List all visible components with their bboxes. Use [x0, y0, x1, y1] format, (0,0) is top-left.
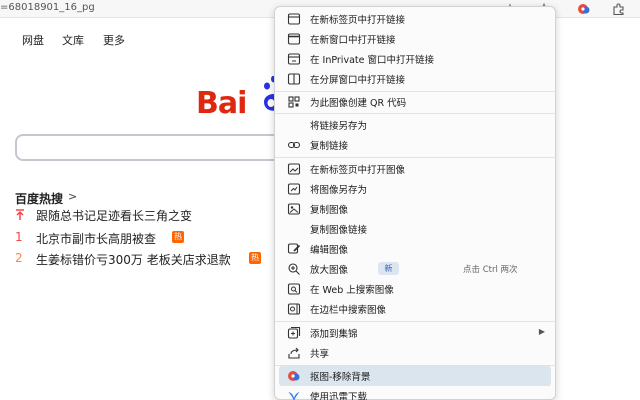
nav-item-wenku[interactable]: 文库 — [62, 32, 84, 48]
menu-item-label: 添加到集锦 — [310, 329, 358, 340]
menu-item-edit-image[interactable]: 编辑图像 — [279, 239, 551, 259]
menu-item-save-link-as[interactable]: 将链接另存为 — [279, 115, 551, 135]
menu-item-label: 复制图像 — [310, 205, 349, 216]
new-tab-icon — [286, 11, 302, 27]
menu-item-search-image-sidebar[interactable]: 在边栏中搜索图像 — [279, 299, 551, 319]
menu-separator — [275, 157, 557, 158]
split-screen-icon — [286, 71, 302, 87]
menu-item-add-to-collections[interactable]: 添加到集锦 ▶ — [279, 323, 551, 343]
open-image-icon — [286, 161, 302, 177]
inprivate-icon — [286, 51, 302, 67]
menu-item-label: 复制图像链接 — [310, 225, 368, 236]
copy-image-icon — [286, 201, 302, 217]
menu-item-create-qr-code[interactable]: 为此图像创建 QR 代码 — [279, 92, 551, 112]
menu-item-cutout-remove-background[interactable]: 抠图-移除背景 — [279, 366, 551, 386]
menu-item-zoom-image[interactable]: 放大图像 新 点击 Ctrl 两次 — [279, 259, 551, 279]
hot-item-index: 1 — [15, 230, 23, 244]
menu-item-search-image-web[interactable]: 在 Web 上搜索图像 — [279, 279, 551, 299]
menu-item-thunder-download[interactable]: 使用迅雷下载 — [279, 386, 551, 400]
hot-item-text[interactable]: 北京市副市长高朋被查 — [36, 230, 156, 247]
chevron-right-icon[interactable]: > — [68, 190, 77, 203]
context-menu: 在新标签页中打开链接 在新窗口中打开链接 在 InPrivate 窗口中打开链接… — [274, 6, 557, 400]
hot-top-icon — [15, 207, 27, 221]
menu-separator — [275, 321, 557, 322]
menu-item-open-link-new-window[interactable]: 在新窗口中打开链接 — [279, 29, 551, 49]
extension-cutout-icon[interactable] — [576, 1, 592, 17]
hot-item-text[interactable]: 跟随总书记足迹看长三角之变 — [36, 207, 192, 224]
menu-item-label: 将链接另存为 — [310, 121, 368, 132]
menu-item-label: 在 Web 上搜索图像 — [310, 285, 394, 296]
thunder-icon — [286, 388, 302, 400]
nav-item-more[interactable]: 更多 — [103, 32, 125, 48]
cutout-icon — [286, 368, 302, 384]
nav-item-netdisk[interactable]: 网盘 — [22, 32, 44, 48]
baidu-search-input[interactable] — [15, 134, 285, 161]
menu-item-copy-image[interactable]: 复制图像 — [279, 199, 551, 219]
menu-item-label: 在分屏窗口中打开链接 — [310, 75, 406, 86]
menu-item-label: 共享 — [310, 349, 330, 360]
zoom-shortcut: 点击 Ctrl 两次 — [463, 265, 518, 275]
menu-item-label: 在新标签页中打开链接 — [310, 15, 406, 26]
edit-image-icon — [286, 241, 302, 257]
chevron-right-icon: ▶ — [538, 327, 545, 336]
menu-item-copy-link[interactable]: 复制链接 — [279, 135, 551, 155]
menu-item-open-image-new-tab[interactable]: 在新标签页中打开图像 — [279, 159, 551, 179]
new-window-icon — [286, 31, 302, 47]
hot-item-index: 2 — [15, 251, 23, 265]
baidu-logo-text: Bai — [196, 86, 247, 121]
baidu-logo[interactable]: Bai — [196, 86, 247, 121]
menu-item-label: 使用迅雷下载 — [310, 392, 368, 400]
share-icon — [286, 345, 302, 361]
menu-item-label: 在新标签页中打开图像 — [310, 165, 406, 176]
menu-item-copy-image-link[interactable]: 复制图像链接 — [279, 219, 551, 239]
hot-badge: 热 — [249, 252, 261, 264]
hot-search-title[interactable]: 百度热搜 — [15, 190, 63, 207]
menu-item-label: 将图像另存为 — [310, 185, 368, 196]
link-icon — [286, 137, 302, 153]
menu-item-open-link-new-tab[interactable]: 在新标签页中打开链接 — [279, 9, 551, 29]
menu-item-open-link-split-screen[interactable]: 在分屏窗口中打开链接 — [279, 69, 551, 89]
menu-item-label: 抠图-移除背景 — [310, 372, 371, 383]
menu-item-open-link-inprivate[interactable]: 在 InPrivate 窗口中打开链接 — [279, 49, 551, 69]
menu-item-label: 放大图像 — [310, 265, 349, 276]
qr-code-icon — [286, 94, 302, 110]
collections-icon — [286, 325, 302, 341]
new-badge: 新 — [378, 262, 399, 275]
zoom-icon — [286, 261, 302, 277]
web-search-image-icon — [286, 281, 302, 297]
menu-item-save-image-as[interactable]: 将图像另存为 — [279, 179, 551, 199]
menu-separator — [275, 113, 557, 114]
menu-item-label: 在边栏中搜索图像 — [310, 305, 387, 316]
address-text[interactable]: =68018901_16_pg — [0, 2, 95, 13]
hot-item-text[interactable]: 生姜标错价亏300万 老板关店求退款 — [36, 251, 231, 268]
menu-item-label: 在 InPrivate 窗口中打开链接 — [310, 55, 434, 66]
menu-item-label: 在新窗口中打开链接 — [310, 35, 396, 46]
sidebar-search-icon — [286, 301, 302, 317]
extensions-puzzle-icon[interactable] — [610, 1, 626, 17]
menu-item-label: 复制链接 — [310, 141, 349, 152]
hot-badge: 热 — [172, 231, 184, 243]
menu-item-label: 为此图像创建 QR 代码 — [310, 98, 407, 109]
menu-item-share[interactable]: 共享 — [279, 343, 551, 363]
menu-item-label: 编辑图像 — [310, 245, 349, 256]
save-image-icon — [286, 181, 302, 197]
